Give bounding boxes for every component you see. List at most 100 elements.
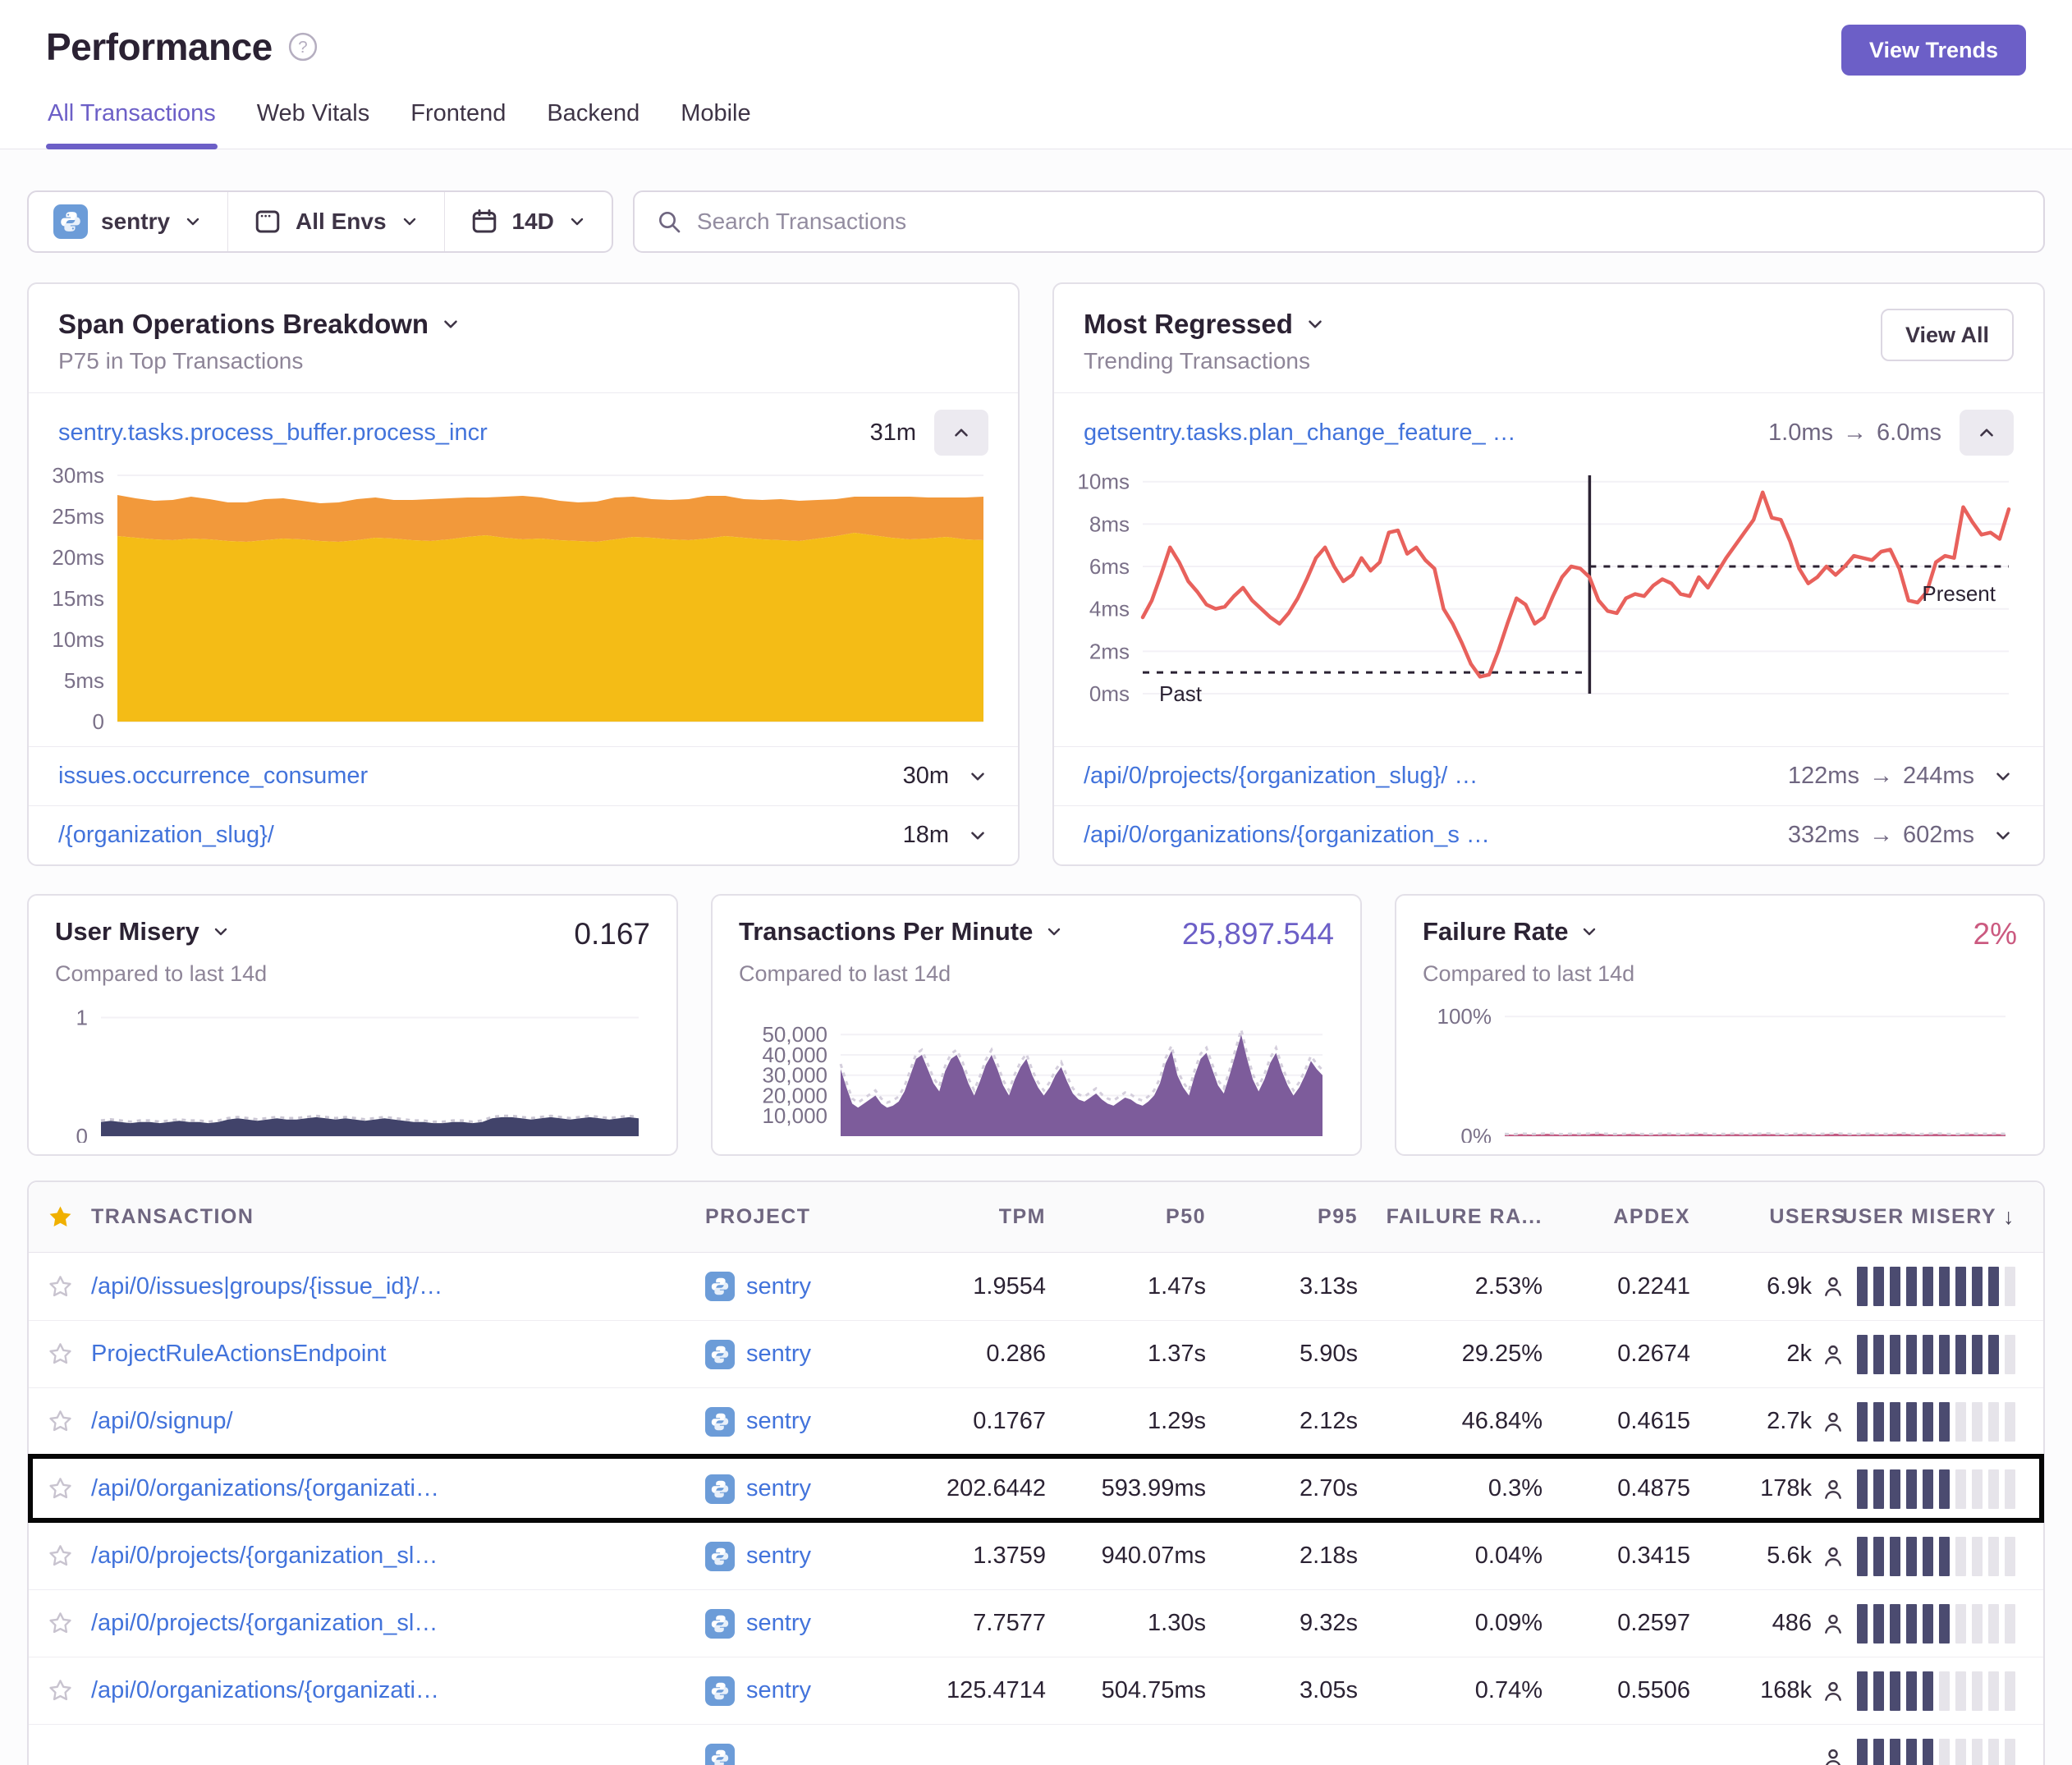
user-misery-bars <box>1846 1267 2043 1306</box>
table-row-highlighted[interactable]: /api/0/organizations/{organization_slug}… <box>29 1455 2043 1522</box>
col-apdex[interactable]: APDEX <box>1543 1205 1690 1229</box>
svg-text:1: 1 <box>76 1006 88 1030</box>
col-user-misery[interactable]: USER MISERY ↓ <box>1846 1204 2043 1230</box>
col-transaction[interactable]: TRANSACTION <box>91 1205 705 1229</box>
transaction-link[interactable]: /api/0/signup/ <box>91 1408 472 1435</box>
regressed-row-link[interactable]: /api/0/projects/{organization_slug}/ … <box>1084 763 1478 790</box>
user-icon <box>1820 1611 1846 1637</box>
expand-button[interactable] <box>967 766 988 787</box>
project-link[interactable]: sentry <box>746 1610 811 1637</box>
expand-button[interactable] <box>1992 825 2014 846</box>
col-users[interactable]: USERS <box>1690 1205 1846 1229</box>
transaction-link[interactable]: ProjectRuleActionsEndpoint <box>91 1341 472 1368</box>
chevron-down-icon <box>1992 825 2014 846</box>
star-outline-icon[interactable] <box>47 1408 74 1435</box>
collapse-button[interactable] <box>1960 410 2014 456</box>
tpm-dropdown[interactable]: Transactions Per Minute <box>739 917 1064 947</box>
date-range-filter[interactable]: 14D <box>444 192 612 251</box>
transaction-link[interactable]: /api/0/organizations/{organization_slug}… <box>91 1677 472 1704</box>
star-outline-icon[interactable] <box>47 1543 74 1570</box>
span-ops-title-dropdown[interactable]: Span Operations Breakdown <box>58 309 461 340</box>
project-link[interactable]: sentry <box>746 1677 811 1704</box>
project-link[interactable]: sentry <box>746 1408 811 1435</box>
star-filled-icon[interactable] <box>47 1203 74 1231</box>
col-tpm[interactable]: TPM <box>906 1205 1046 1229</box>
star-outline-icon[interactable] <box>47 1677 74 1704</box>
p50-cell: 504.75ms <box>1046 1677 1206 1704</box>
failure-rate-chart: 100% 0% <box>1423 998 2017 1143</box>
span-ops-row-link[interactable]: /{organization_slug}/ <box>58 822 274 849</box>
regressed-row-link[interactable]: /api/0/organizations/{organization_s … <box>1084 822 1490 849</box>
transaction-link[interactable]: /api/0/organizations/{organization_slug}… <box>91 1475 472 1502</box>
star-outline-icon[interactable] <box>47 1273 74 1300</box>
filter-bar: sentry All Envs 14D <box>27 190 2045 253</box>
search-input[interactable] <box>697 209 2022 235</box>
star-outline-icon[interactable] <box>47 1341 74 1368</box>
apdex-cell: 0.2241 <box>1543 1273 1690 1300</box>
user-misery-dropdown[interactable]: User Misery <box>55 917 231 947</box>
python-project-icon <box>705 1609 735 1639</box>
apdex-cell: 0.2674 <box>1543 1341 1690 1368</box>
misery-bar-filled <box>1857 1604 1868 1644</box>
span-ops-expanded-link[interactable]: sentry.tasks.process_buffer.process_incr <box>58 419 488 447</box>
col-p95[interactable]: P95 <box>1206 1205 1358 1229</box>
most-regressed-panel: Most Regressed Trending Transactions Vie… <box>1052 282 2045 866</box>
user-icon <box>1820 1678 1846 1704</box>
transaction-link[interactable]: /api/0/projects/{organization_slug}/{pro… <box>91 1610 472 1637</box>
help-icon[interactable]: ? <box>287 31 319 62</box>
table-row-partial[interactable] <box>29 1724 2043 1765</box>
misery-bar-empty <box>1988 1604 1999 1644</box>
tab-all-transactions[interactable]: All Transactions <box>46 89 218 149</box>
misery-bar-empty <box>2005 1604 2015 1644</box>
misery-bar-filled <box>1873 1739 1884 1765</box>
tab-backend[interactable]: Backend <box>545 89 641 149</box>
misery-bar-filled <box>1906 1604 1917 1644</box>
misery-bar-filled <box>1890 1604 1900 1644</box>
table-row[interactable]: /api/0/organizations/{organization_slug}… <box>29 1657 2043 1724</box>
p95-cell: 2.70s <box>1206 1475 1358 1502</box>
svg-text:0%: 0% <box>1460 1124 1492 1143</box>
project-filter[interactable]: sentry <box>29 192 227 251</box>
span-ops-row-link[interactable]: issues.occurrence_consumer <box>58 763 368 790</box>
project-link[interactable]: sentry <box>746 1341 811 1368</box>
regressed-expanded-link[interactable]: getsentry.tasks.plan_change_feature_ … <box>1084 419 1516 447</box>
col-project[interactable]: PROJECT <box>705 1205 906 1229</box>
misery-bar-filled <box>1873 1537 1884 1576</box>
star-outline-icon[interactable] <box>47 1610 74 1637</box>
star-outline-icon[interactable] <box>47 1475 74 1502</box>
svg-text:20ms: 20ms <box>52 545 104 570</box>
project-link[interactable]: sentry <box>746 1543 811 1570</box>
regression-to-value: 6.0ms <box>1877 419 1941 447</box>
misery-bar-empty <box>1955 1402 1966 1442</box>
view-trends-button[interactable]: View Trends <box>1841 25 2026 76</box>
failure-rate-dropdown[interactable]: Failure Rate <box>1423 917 1599 947</box>
environment-filter[interactable]: All Envs <box>227 192 443 251</box>
user-misery-panel: User Misery 0.167 Compared to last 14d 1… <box>27 894 678 1156</box>
project-link[interactable]: sentry <box>746 1475 811 1502</box>
table-row[interactable]: /api/0/projects/{organization_slug}/{pro… <box>29 1522 2043 1589</box>
failure-rate-cell: 2.53% <box>1358 1273 1543 1300</box>
col-failure-rate[interactable]: FAILURE RA... <box>1358 1205 1543 1229</box>
chevron-down-icon <box>967 766 988 787</box>
collapse-button[interactable] <box>934 410 988 456</box>
table-row[interactable]: /api/0/projects/{organization_slug}/{pro… <box>29 1589 2043 1657</box>
chevron-up-icon <box>1976 422 1997 443</box>
transaction-link[interactable]: /api/0/projects/{organization_slug}/{pro… <box>91 1543 472 1570</box>
expand-button[interactable] <box>1992 766 2014 787</box>
table-row[interactable]: /api/0/signup/ sentry 0.1767 1.29s 2.12s… <box>29 1387 2043 1455</box>
table-row[interactable]: /api/0/issues|groups/{issue_id}/integrat… <box>29 1253 2043 1320</box>
transaction-link[interactable]: /api/0/issues|groups/{issue_id}/integrat… <box>91 1273 472 1300</box>
most-regressed-title-dropdown[interactable]: Most Regressed <box>1084 309 1326 340</box>
svg-text:100%: 100% <box>1437 1004 1492 1029</box>
misery-bar-empty <box>1955 1604 1966 1644</box>
tab-frontend[interactable]: Frontend <box>409 89 507 149</box>
col-p50[interactable]: P50 <box>1046 1205 1206 1229</box>
view-all-button[interactable]: View All <box>1881 309 2014 361</box>
span-ops-row-value: 18m <box>903 822 949 849</box>
tab-web-vitals[interactable]: Web Vitals <box>255 89 372 149</box>
expand-button[interactable] <box>967 825 988 846</box>
tab-mobile[interactable]: Mobile <box>679 89 752 149</box>
span-operations-panel: Span Operations Breakdown P75 in Top Tra… <box>27 282 1020 866</box>
table-row[interactable]: ProjectRuleActionsEndpoint sentry 0.286 … <box>29 1320 2043 1387</box>
project-link[interactable]: sentry <box>746 1273 811 1300</box>
